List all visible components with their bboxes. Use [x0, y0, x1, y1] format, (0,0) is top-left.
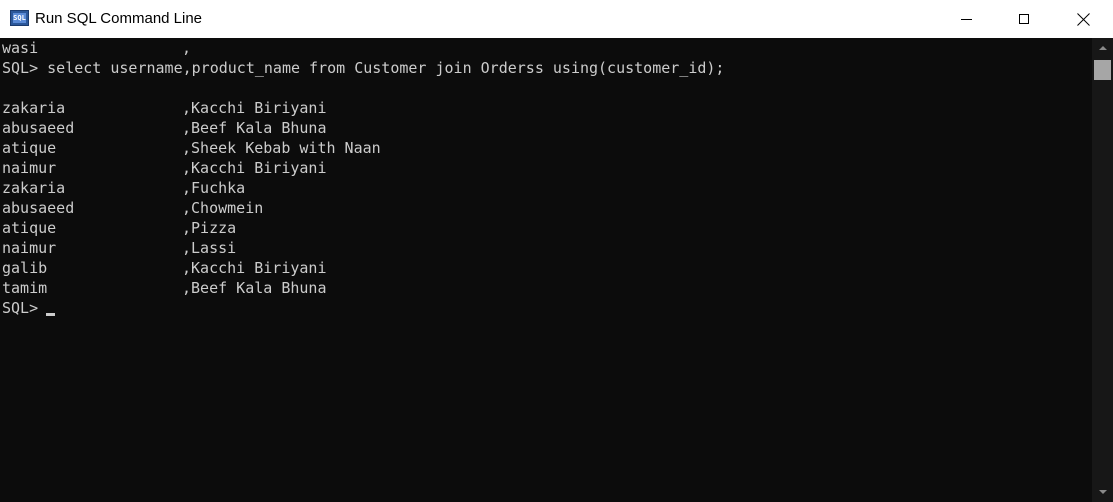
result-row-username: naimur [2, 159, 57, 177]
app-icon-label: SQL [13, 14, 26, 22]
result-row-product: ,Kacchi Biriyani [182, 159, 327, 177]
result-row-product: ,Kacchi Biriyani [182, 259, 327, 277]
minimize-button[interactable] [937, 0, 995, 38]
maximize-icon [1019, 14, 1029, 24]
result-row-product: ,Pizza [182, 219, 237, 237]
command-line: SQL> select username,product_name from C… [2, 59, 725, 77]
sql-prompt[interactable]: SQL> [2, 298, 47, 318]
scroll-down-button[interactable] [1092, 482, 1113, 502]
result-row-username: galib [2, 259, 48, 277]
result-row-product: ,Chowmein [182, 199, 264, 217]
title-bar[interactable]: SQL Run SQL Command Line [0, 0, 1113, 38]
result-row-username: zakaria [2, 179, 66, 197]
vertical-scrollbar[interactable] [1092, 38, 1113, 502]
minimize-icon [960, 18, 972, 20]
arrow-up-icon [1098, 46, 1107, 50]
scroll-up-button[interactable] [1092, 38, 1113, 58]
close-button[interactable] [1054, 0, 1112, 38]
window-title: Run SQL Command Line [35, 10, 203, 27]
close-icon [1077, 13, 1090, 26]
result-row-username: zakaria [2, 99, 66, 117]
maximize-button[interactable] [995, 0, 1053, 38]
result-row-product: ,Sheek Kebab with Naan [182, 139, 381, 157]
result-row-username: naimur [2, 239, 57, 257]
result-row-username: atique [2, 139, 57, 157]
result-row-username: abusaeed [2, 119, 75, 137]
text-cursor [46, 313, 55, 316]
console-output[interactable]: wasi , SQL> select username,product_name… [0, 38, 1092, 502]
console-window: SQL Run SQL Command Line wasi , SQL> sel… [0, 0, 1113, 502]
sqlplus-app-icon[interactable]: SQL [10, 10, 29, 26]
result-row-product: ,Fuchka [182, 179, 246, 197]
result-row-product: ,Kacchi Biriyani [182, 99, 327, 117]
arrow-down-icon [1098, 490, 1107, 494]
result-row-username: atique [2, 219, 57, 237]
scroll-thumb[interactable] [1094, 60, 1111, 80]
result-row-product: ,Beef Kala Bhuna [182, 279, 327, 297]
result-row-username: tamim [2, 279, 48, 297]
result-row-username: abusaeed [2, 199, 75, 217]
previous-row-username: wasi [2, 39, 39, 57]
previous-row-product: , [182, 39, 192, 57]
result-row-product: ,Lassi [182, 239, 237, 257]
result-row-product: ,Beef Kala Bhuna [182, 119, 327, 137]
